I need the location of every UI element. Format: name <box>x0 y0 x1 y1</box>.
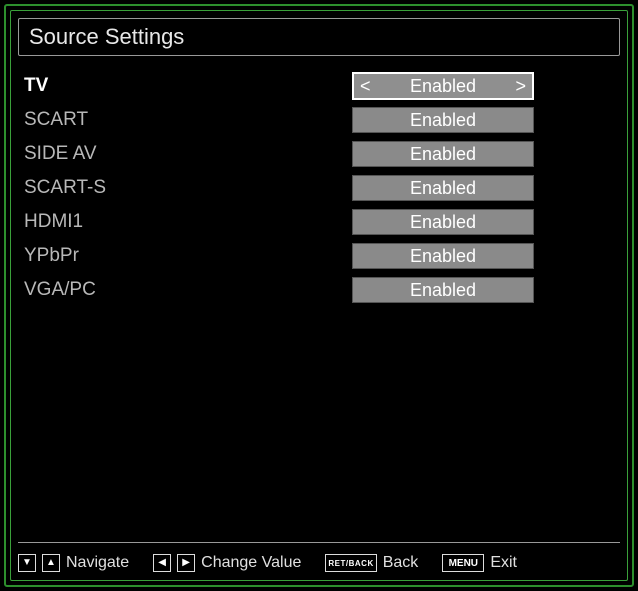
hint-exit: MENU Exit <box>442 554 517 572</box>
title-bar: Source Settings <box>18 18 620 56</box>
footer-bar: ▼ ▲ Navigate ◀ ▶ Change Value RET/BACK B… <box>18 549 620 577</box>
source-value: Enabled <box>410 76 476 97</box>
source-value: Enabled <box>410 212 476 233</box>
hint-navigate-label: Navigate <box>66 554 129 572</box>
source-value: Enabled <box>410 246 476 267</box>
source-label: SIDE AV <box>22 143 352 165</box>
source-value-selector[interactable]: <Enabled> <box>352 243 534 269</box>
source-value-selector[interactable]: < Enabled > <box>352 72 534 100</box>
source-value-selector[interactable]: <Enabled> <box>352 175 534 201</box>
source-value-selector[interactable]: <Enabled> <box>352 209 534 235</box>
source-value-selector[interactable]: <Enabled> <box>352 277 534 303</box>
hint-back-label: Back <box>383 554 419 572</box>
chevron-left-icon[interactable]: < <box>360 77 371 95</box>
source-label: VGA/PC <box>22 279 352 301</box>
left-key-icon: ◀ <box>153 554 171 572</box>
source-row[interactable]: YPbPr<Enabled> <box>22 240 616 272</box>
page-title: Source Settings <box>29 24 184 50</box>
hint-change-value-label: Change Value <box>201 554 301 572</box>
chevron-right-icon[interactable]: > <box>515 77 526 95</box>
source-label: SCART-S <box>22 177 352 199</box>
source-value: Enabled <box>410 280 476 301</box>
source-row[interactable]: VGA/PC<Enabled> <box>22 274 616 306</box>
source-value-selector[interactable]: <Enabled> <box>352 141 534 167</box>
footer-divider <box>18 542 620 543</box>
source-row[interactable]: SIDE AV<Enabled> <box>22 138 616 170</box>
source-value: Enabled <box>410 178 476 199</box>
source-row[interactable]: SCART<Enabled> <box>22 104 616 136</box>
source-row[interactable]: TV < Enabled > <box>22 70 616 102</box>
source-label: TV <box>22 75 352 97</box>
source-value: Enabled <box>410 110 476 131</box>
right-key-icon: ▶ <box>177 554 195 572</box>
menu-key-icon: MENU <box>442 554 484 572</box>
up-key-icon: ▲ <box>42 554 60 572</box>
source-value-selector[interactable]: <Enabled> <box>352 107 534 133</box>
source-row[interactable]: HDMI1<Enabled> <box>22 206 616 238</box>
hint-exit-label: Exit <box>490 554 517 572</box>
source-value: Enabled <box>410 144 476 165</box>
down-key-icon: ▼ <box>18 554 36 572</box>
source-label: YPbPr <box>22 245 352 267</box>
hint-change-value: ◀ ▶ Change Value <box>153 554 301 572</box>
hint-navigate: ▼ ▲ Navigate <box>18 554 129 572</box>
source-label: SCART <box>22 109 352 131</box>
source-label: HDMI1 <box>22 211 352 233</box>
retback-key-icon: RET/BACK <box>325 554 376 572</box>
source-row[interactable]: SCART-S<Enabled> <box>22 172 616 204</box>
source-list: TV < Enabled > SCART<Enabled>SIDE AV<Enabled… <box>22 70 616 527</box>
hint-back: RET/BACK Back <box>325 554 418 572</box>
